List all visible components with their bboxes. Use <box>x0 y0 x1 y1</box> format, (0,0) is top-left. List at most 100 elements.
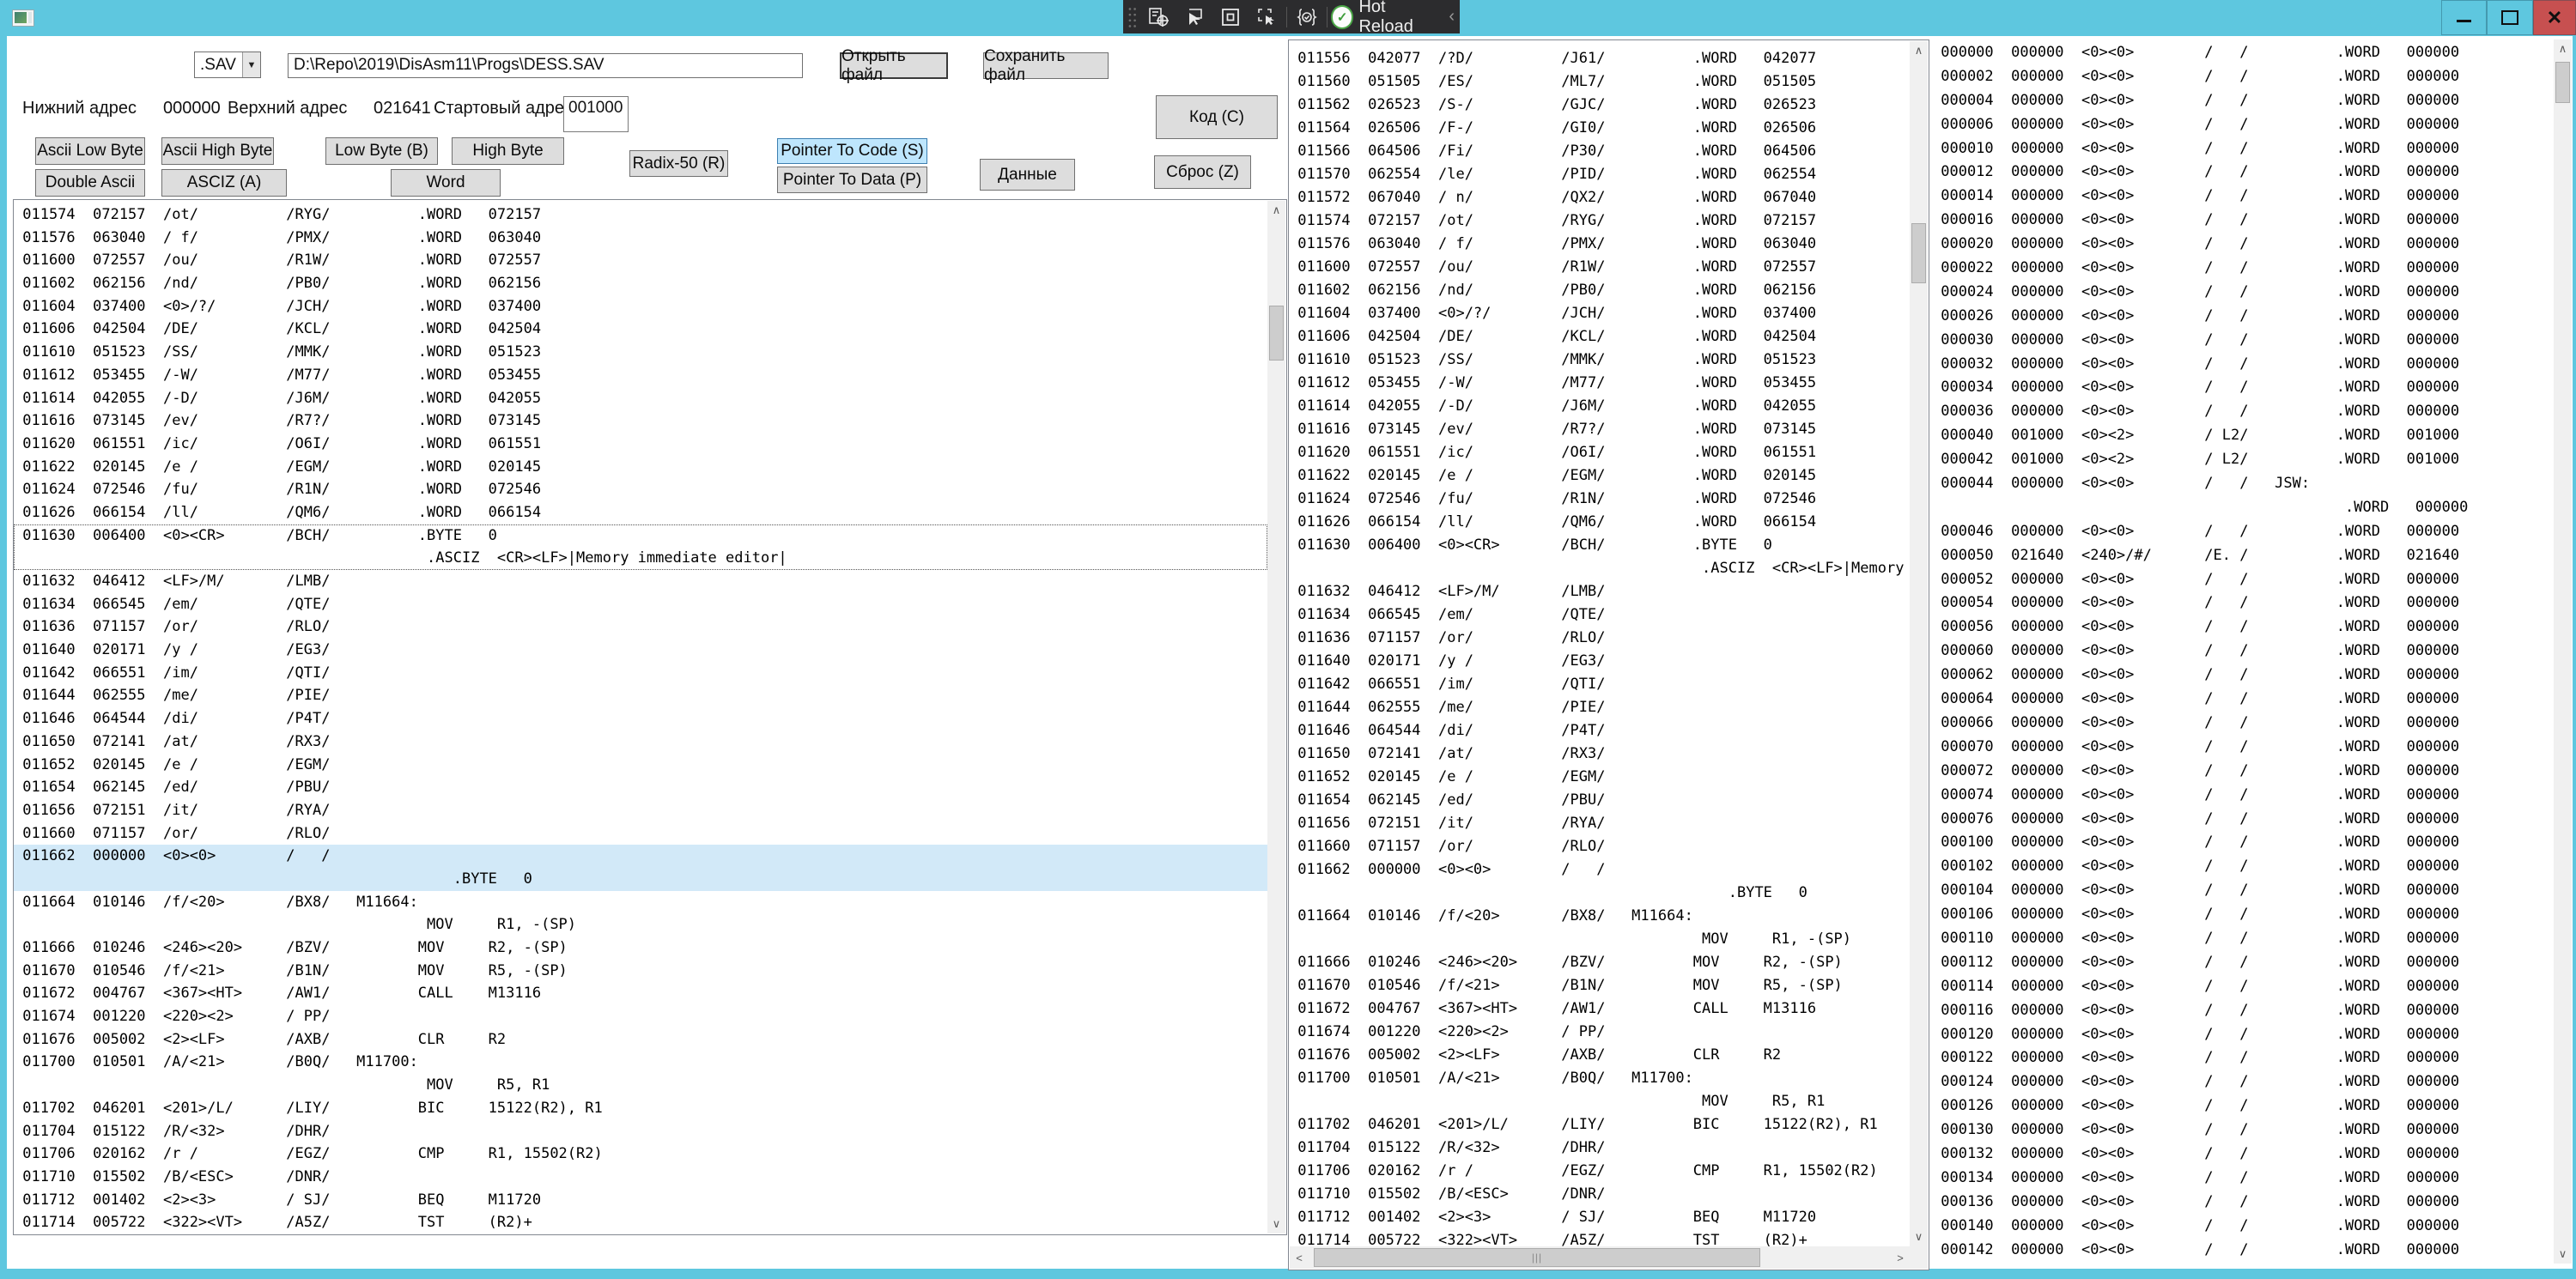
listing-row[interactable]: 011600 072557 /ou/ /R1W/ .WORD 072557 <box>14 249 1267 272</box>
listing-row[interactable]: 011660 071157 /or/ /RLO/ <box>1289 835 1910 858</box>
listing-row[interactable]: 011616 073145 /ev/ /R7?/ .WORD 073145 <box>14 409 1267 433</box>
listing-row[interactable]: 000032 000000 <0><0> / / .WORD 000000 <box>1932 353 2552 377</box>
listing-row[interactable]: 011712 001402 <2><3> / SJ/ BEQ M11720 <box>14 1189 1267 1212</box>
listing-row[interactable]: 000106 000000 <0><0> / / .WORD 000000 <box>1932 903 2552 927</box>
listing-row[interactable]: 011676 005002 <2><LF> /AXB/ CLR R2 <box>14 1028 1267 1052</box>
scroll-down-icon[interactable]: ∨ <box>1910 1227 1928 1246</box>
listing-row[interactable]: 000140 000000 <0><0> / / .WORD 000000 <box>1932 1215 2552 1239</box>
listing-row[interactable]: 011670 010546 /f/<21> /B1N/ MOV R5, -(SP… <box>14 960 1267 983</box>
listing-row[interactable]: 011662 000000 <0><0> / / .BYTE 0 <box>1289 858 1910 905</box>
start-address-input[interactable]: 001000 <box>563 96 629 132</box>
listing-row[interactable]: 000042 001000 <0><2> / L2/ .WORD 001000 <box>1932 448 2552 472</box>
listing-row[interactable]: 011672 004767 <367><HT> /AW1/ CALL M1311… <box>14 982 1267 1005</box>
listing-row[interactable]: 011714 005722 <322><VT> /A5Z/ TST (R2)+ <box>14 1211 1267 1234</box>
listing-row[interactable]: 011636 071157 /or/ /RLO/ <box>1289 627 1910 650</box>
listing-row[interactable]: 000020 000000 <0><0> / / .WORD 000000 <box>1932 233 2552 257</box>
scroll-down-icon[interactable]: ∨ <box>1267 1215 1285 1234</box>
double-ascii-button[interactable]: Double Ascii <box>35 169 145 197</box>
listing-row[interactable]: 011614 042055 /-D/ /J6M/ .WORD 042055 <box>14 387 1267 410</box>
listing-row[interactable]: 011706 020162 /r / /EGZ/ CMP R1, 15502(R… <box>1289 1160 1910 1183</box>
listing-row[interactable]: 011672 004767 <367><HT> /AW1/ CALL M1311… <box>1289 997 1910 1021</box>
listing-row[interactable]: 011610 051523 /SS/ /MMK/ .WORD 051523 <box>14 341 1267 364</box>
listing-row[interactable]: 011674 001220 <220><2> / PP/ <box>1289 1021 1910 1044</box>
listing-row[interactable]: 011656 072151 /it/ /RYA/ <box>1289 812 1910 835</box>
enable-selection-icon[interactable] <box>1178 4 1211 30</box>
listing-row[interactable]: 011634 066545 /em/ /QTE/ <box>14 593 1267 616</box>
listing-row[interactable]: 011642 066551 /im/ /QTI/ <box>14 662 1267 685</box>
listing-row[interactable]: 011704 015122 /R/<32> /DHR/ <box>14 1120 1267 1143</box>
track-focused-icon[interactable] <box>1250 4 1283 30</box>
listing-row[interactable]: 011646 064544 /di/ /P4T/ <box>1289 719 1910 743</box>
listing-row[interactable]: 000012 000000 <0><0> / / .WORD 000000 <box>1932 161 2552 185</box>
listing-row[interactable]: 011560 051505 /ES/ /ML7/ .WORD 051505 <box>1289 70 1910 94</box>
listing-row[interactable]: 000076 000000 <0><0> / / .WORD 000000 <box>1932 808 2552 832</box>
listing-row[interactable]: 011666 010246 <246><20> /BZV/ MOV R2, -(… <box>1289 951 1910 974</box>
scrollbar-thumb[interactable] <box>1911 223 1926 283</box>
listing-row[interactable]: 011660 071157 /or/ /RLO/ <box>14 822 1267 846</box>
chevron-down-icon[interactable]: ▼ <box>242 52 260 77</box>
listing-row[interactable]: 011702 046201 <201>/L/ /LIY/ BIC 15122(R… <box>14 1097 1267 1120</box>
listing-row[interactable]: 011642 066551 /im/ /QTI/ <box>1289 673 1910 696</box>
listing-row[interactable]: 011702 046201 <201>/L/ /LIY/ BIC 15122(R… <box>1289 1113 1910 1137</box>
listing-row[interactable]: 011640 020171 /y / /EG3/ <box>14 639 1267 662</box>
listing-row[interactable]: 000104 000000 <0><0> / / .WORD 000000 <box>1932 879 2552 903</box>
listing-row[interactable]: 011572 067040 / n/ /QX2/ .WORD 067040 <box>1289 186 1910 209</box>
listing-row[interactable]: 011556 042077 /?D/ /J61/ .WORD 042077 <box>1289 47 1910 70</box>
listing-row[interactable]: 000040 001000 <0><2> / L2/ .WORD 001000 <box>1932 424 2552 448</box>
listing-row[interactable]: 011666 010246 <246><20> /BZV/ MOV R2, -(… <box>14 937 1267 960</box>
listing-row[interactable]: 011600 072557 /ou/ /R1W/ .WORD 072557 <box>1289 256 1910 279</box>
listing-row[interactable]: 011626 066154 /ll/ /QM6/ .WORD 066154 <box>14 501 1267 524</box>
listing-row[interactable]: 011622 020145 /e / /EGM/ .WORD 020145 <box>1289 464 1910 488</box>
listing-row[interactable]: 000060 000000 <0><0> / / .WORD 000000 <box>1932 640 2552 664</box>
listing-row[interactable]: 011606 042504 /DE/ /KCL/ .WORD 042504 <box>14 318 1267 341</box>
live-visual-tree-icon[interactable] <box>1142 4 1175 30</box>
toolbar-grip-icon[interactable] <box>1128 6 1137 28</box>
listing-row[interactable]: 011644 062555 /me/ /PIE/ <box>14 684 1267 707</box>
listing-row[interactable]: 000016 000000 <0><0> / / .WORD 000000 <box>1932 209 2552 233</box>
listing-row[interactable]: 011652 020145 /e / /EGM/ <box>1289 766 1910 789</box>
listing-row[interactable]: 011704 015122 /R/<32> /DHR/ <box>1289 1137 1910 1160</box>
format-select[interactable]: .SAV ▼ <box>194 52 261 78</box>
middle-vertical-scrollbar[interactable]: ∧ ∨ <box>1910 41 1928 1246</box>
listing-row[interactable]: 011706 020162 /r / /EGZ/ CMP R1, 15502(R… <box>14 1143 1267 1166</box>
listing-row[interactable]: 000114 000000 <0><0> / / .WORD 000000 <box>1932 975 2552 999</box>
listing-row[interactable]: 011710 015502 /B/<ESC> /DNR/ <box>14 1166 1267 1189</box>
listing-row[interactable]: 011640 020171 /y / /EG3/ <box>1289 650 1910 673</box>
scroll-left-icon[interactable]: < <box>1290 1246 1309 1269</box>
display-adorners-icon[interactable] <box>1214 4 1247 30</box>
ascii-low-byte-button[interactable]: Ascii Low Byte <box>35 137 145 165</box>
listing-row[interactable]: 000072 000000 <0><0> / / .WORD 000000 <box>1932 760 2552 784</box>
listing-row[interactable]: 000034 000000 <0><0> / / .WORD 000000 <box>1932 376 2552 400</box>
listing-row[interactable]: 000142 000000 <0><0> / / .WORD 000000 <box>1932 1239 2552 1263</box>
listing-row[interactable]: 000066 000000 <0><0> / / .WORD 000000 <box>1932 712 2552 736</box>
left-vertical-scrollbar[interactable]: ∧ ∨ <box>1267 201 1285 1234</box>
pointer-to-code-button[interactable]: Pointer To Code (S) <box>777 138 927 164</box>
right-vertical-scrollbar[interactable]: ∧ ∨ <box>2554 39 2572 1264</box>
listing-row[interactable]: 000002 000000 <0><0> / / .WORD 000000 <box>1932 65 2552 89</box>
scroll-up-icon[interactable]: ∧ <box>1910 41 1928 60</box>
listing-row[interactable]: 011654 062145 /ed/ /PBU/ <box>1289 789 1910 812</box>
listing-row[interactable]: 000116 000000 <0><0> / / .WORD 000000 <box>1932 999 2552 1023</box>
listing-row[interactable]: 000130 000000 <0><0> / / .WORD 000000 <box>1932 1118 2552 1143</box>
listing-row[interactable]: 000070 000000 <0><0> / / .WORD 000000 <box>1932 736 2552 760</box>
listing-row[interactable]: 011570 062554 /le/ /PID/ .WORD 062554 <box>1289 163 1910 186</box>
listing-row[interactable]: 000126 000000 <0><0> / / .WORD 000000 <box>1932 1094 2552 1118</box>
listing-row[interactable]: 011620 061551 /ic/ /O6I/ .WORD 061551 <box>1289 441 1910 464</box>
listing-row[interactable]: 011634 066545 /em/ /QTE/ <box>1289 603 1910 627</box>
listing-row[interactable]: 000134 000000 <0><0> / / .WORD 000000 <box>1932 1167 2552 1191</box>
listing-row[interactable]: 000102 000000 <0><0> / / .WORD 000000 <box>1932 855 2552 879</box>
listing-row[interactable]: 011700 010501 /A/<21> /B0Q/ M11700: MOV … <box>1289 1067 1910 1113</box>
close-button[interactable]: ✕ <box>2533 0 2576 35</box>
listing-row[interactable]: 011712 001402 <2><3> / SJ/ BEQ M11720 <box>1289 1206 1910 1229</box>
pointer-to-data-button[interactable]: Pointer To Data (P) <box>777 167 927 193</box>
listing-row[interactable]: 011700 010501 /A/<21> /B0Q/ M11700: MOV … <box>14 1051 1267 1096</box>
scroll-down-icon[interactable]: ∨ <box>2554 1245 2572 1264</box>
listing-row[interactable]: 000036 000000 <0><0> / / .WORD 000000 <box>1932 400 2552 424</box>
listing-row[interactable]: 011654 062145 /ed/ /PBU/ <box>14 776 1267 799</box>
listing-row[interactable]: 011602 062156 /nd/ /PB0/ .WORD 062156 <box>14 272 1267 295</box>
listing-row[interactable]: 011632 046412 <LF>/M/ /LMB/ <box>14 570 1267 593</box>
listing-row[interactable]: 011604 037400 <0>/?/ /JCH/ .WORD 037400 <box>1289 302 1910 325</box>
listing-row[interactable]: 011564 026506 /F-/ /GI0/ .WORD 026506 <box>1289 117 1910 140</box>
binding-errors-icon[interactable] <box>1291 4 1323 30</box>
listing-row[interactable]: 000022 000000 <0><0> / / .WORD 000000 <box>1932 257 2552 281</box>
